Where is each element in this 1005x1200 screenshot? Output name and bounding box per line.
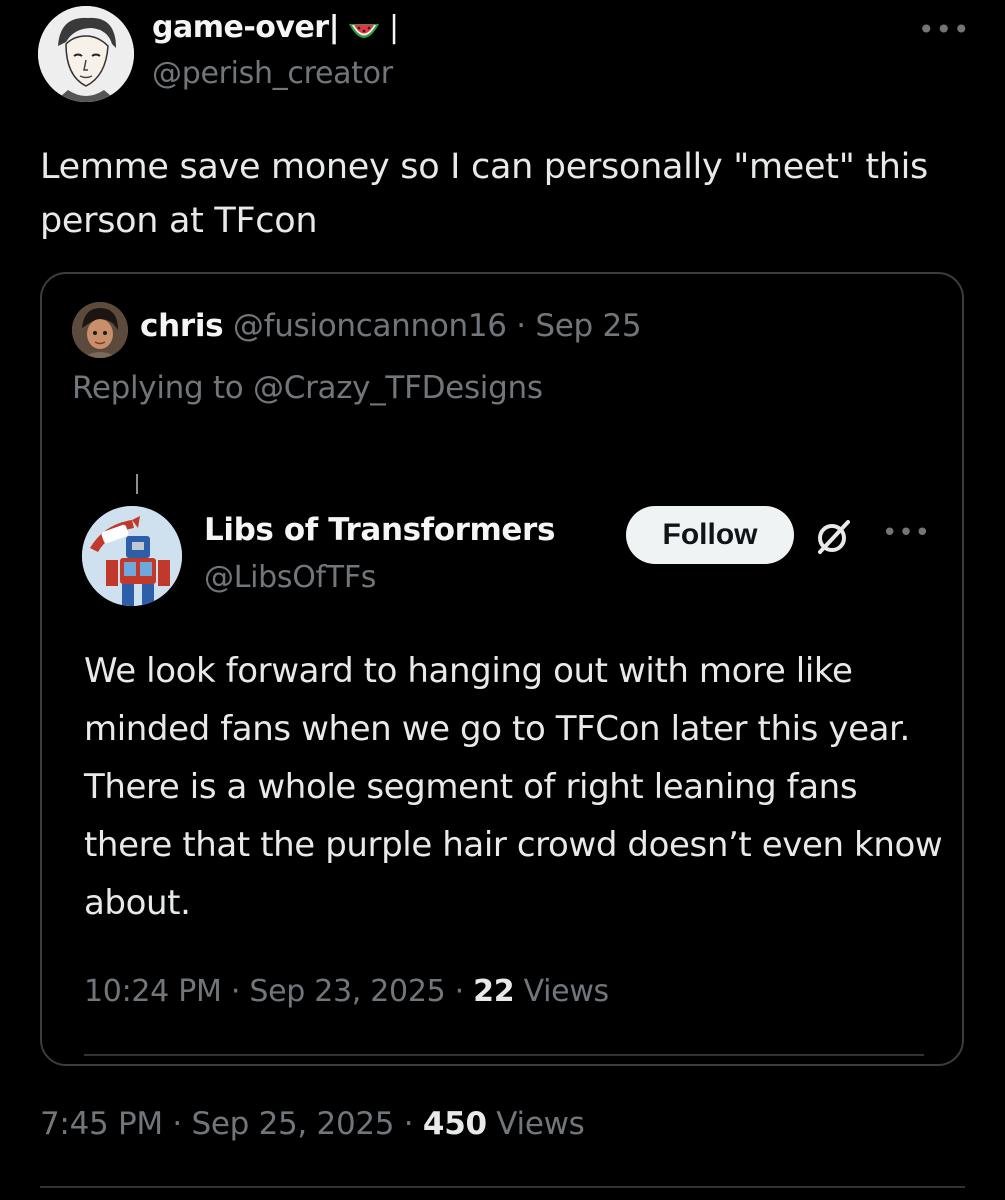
separator-dot: · — [172, 1106, 182, 1142]
name-suffix: | — [389, 10, 399, 45]
quoted-author-avatar — [72, 302, 128, 358]
separator-dot: · — [403, 1106, 414, 1142]
inner-more-options-icon[interactable]: ••• — [882, 520, 931, 546]
more-options-icon[interactable]: ••• — [918, 16, 971, 44]
inner-divider — [84, 1054, 924, 1056]
separator-dot: · — [230, 974, 241, 1009]
libsoftfs-tweet-meta: 10:24 PM · Sep 23, 2025 · 22 Views — [84, 974, 609, 1009]
tweet-time[interactable]: 7:45 PM — [40, 1106, 163, 1142]
tweet-text: Lemme save money so I can personally "me… — [40, 147, 928, 241]
inner-date[interactable]: Sep 23, 2025 — [249, 974, 445, 1009]
follow-button[interactable]: Follow — [626, 506, 794, 564]
tweet-meta: 7:45 PM · Sep 25, 2025 · 450 Views — [40, 1106, 585, 1142]
libsoftfs-tweet-text: We look forward to hanging out with more… — [84, 651, 943, 923]
bottom-divider — [40, 1186, 965, 1188]
grok-icon[interactable] — [814, 518, 852, 556]
replying-to[interactable]: Replying to @Crazy_TFDesigns — [72, 370, 543, 406]
quoted-author-name[interactable]: chris — [140, 308, 224, 344]
inner-time[interactable]: 10:24 PM — [84, 974, 222, 1009]
author-avatar[interactable] — [38, 6, 134, 102]
author-name-text: game-over| — [152, 10, 340, 45]
inner-views-label: Views — [523, 974, 610, 1009]
watermelon-icon — [347, 17, 381, 39]
tweet-views-label: Views — [496, 1106, 585, 1142]
author-handle[interactable]: @perish_creator — [152, 56, 393, 91]
separator-dot: · — [516, 308, 526, 344]
quoted-author-handle[interactable]: @fusioncannon16 — [233, 308, 507, 344]
libsoftfs-avatar[interactable] — [82, 506, 182, 606]
quoted-tweet-card[interactable]: chris @fusioncannon16 · Sep 25 Replying … — [40, 272, 964, 1066]
quoted-tweet-header: chris @fusioncannon16 · Sep 25 — [140, 308, 642, 344]
tweet-date[interactable]: Sep 25, 2025 — [192, 1106, 395, 1142]
libsoftfs-name[interactable]: Libs of Transformers — [204, 512, 555, 548]
tweet-views-count[interactable]: 450 — [423, 1106, 487, 1142]
inner-views-count[interactable]: 22 — [473, 974, 514, 1009]
libsoftfs-handle[interactable]: @LibsOfTFs — [204, 560, 376, 595]
author-display-name[interactable]: game-over| | — [152, 10, 399, 45]
thread-line — [136, 474, 138, 494]
separator-dot: · — [454, 974, 465, 1009]
quoted-tweet-date[interactable]: Sep 25 — [535, 308, 641, 344]
